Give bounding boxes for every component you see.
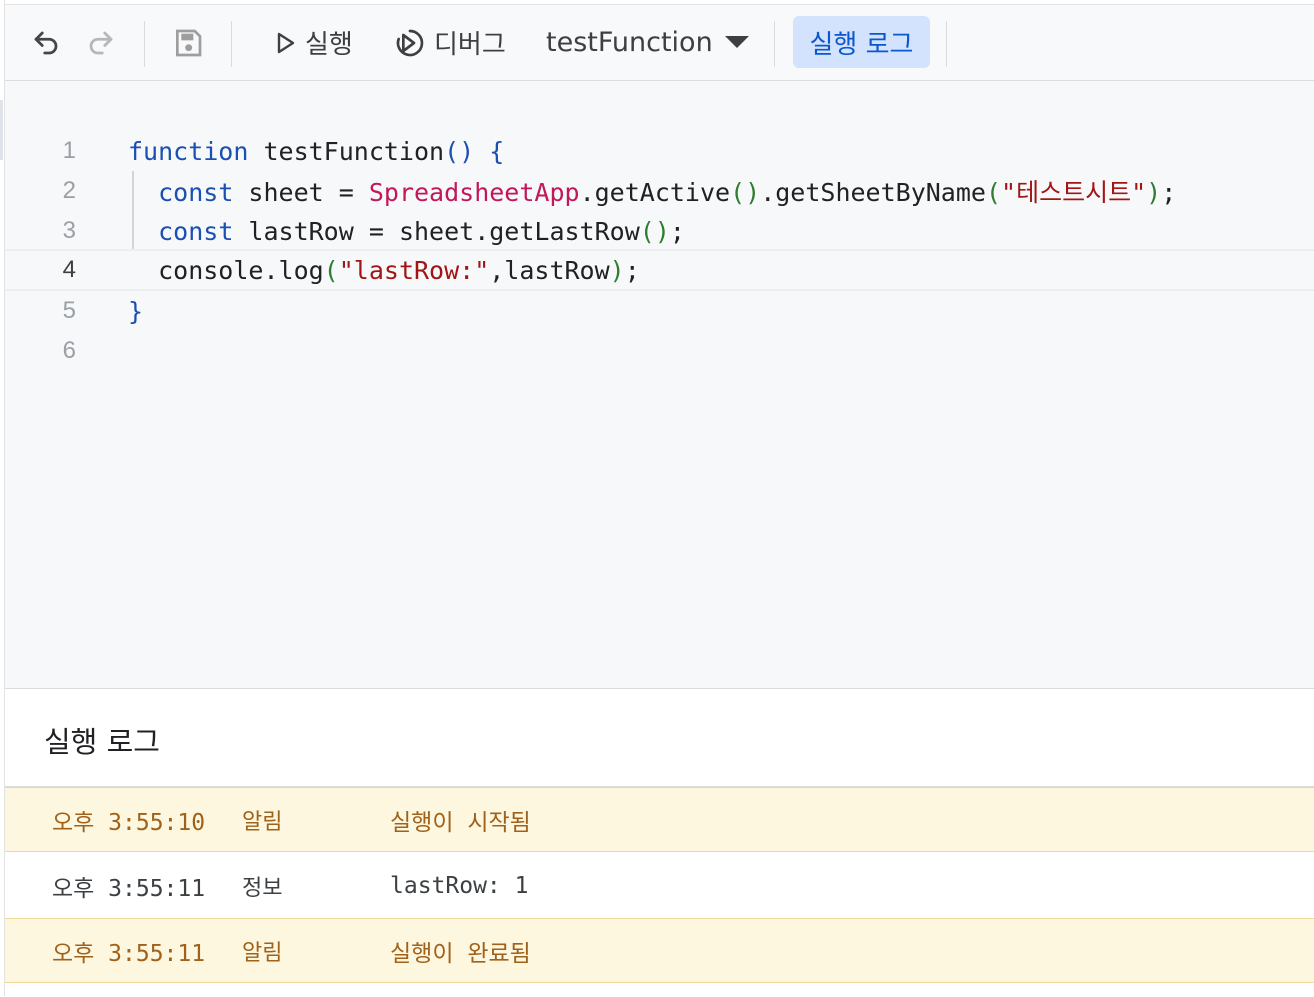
- toolbar-divider: [774, 21, 775, 67]
- line-number: 6: [62, 337, 76, 364]
- code-text: }: [128, 296, 144, 326]
- line-number: 5: [62, 297, 76, 324]
- code-line: 1 function testFunction() {: [4, 131, 1314, 171]
- line-number: 1: [62, 137, 76, 164]
- code-text: const sheet = SpreadsheetApp.getActive()…: [158, 178, 1177, 207]
- undo-icon: [34, 31, 58, 54]
- log-level: 정보: [242, 875, 283, 901]
- code-text: const lastRow = sheet.getLastRow();: [158, 216, 685, 246]
- log-time: 오후 3:55:10: [52, 809, 206, 836]
- window-top-border: [0, 0, 1314, 5]
- left-accent: [0, 100, 3, 160]
- log-entry: 오후 3:55:10 알림 실행이 시작됨: [4, 787, 1314, 852]
- debug-icon: [396, 29, 424, 56]
- log-panel-title: 실행 로그: [44, 725, 160, 759]
- code-editor[interactable]: 1 function testFunction() { 2 const shee…: [4, 81, 1314, 688]
- toolbar-divider: [946, 21, 947, 67]
- editor-toolbar: 실행 디버그 testFunction 실행 로그: [4, 5, 1314, 81]
- log-message: 실행이 시작됨: [390, 809, 531, 836]
- code-line: 5 }: [4, 291, 1314, 331]
- save-icon: [176, 29, 202, 56]
- log-entry: 오후 3:55:11 알림 실행이 완료됨: [4, 918, 1314, 983]
- function-select-value: testFunction: [546, 27, 713, 58]
- code-line: 2 const sheet = SpreadsheetApp.getActive…: [4, 171, 1314, 211]
- run-button[interactable]: 실행: [273, 5, 353, 80]
- redo-icon: [89, 31, 113, 54]
- line-number: 3: [62, 217, 76, 244]
- line-number: 4: [62, 256, 76, 283]
- log-message: lastRow: 1: [390, 872, 529, 899]
- code-text: console.log("lastRow:",lastRow);: [128, 255, 640, 285]
- log-entry: 오후 3:55:11 정보 lastRow: 1: [4, 853, 1314, 918]
- log-time: 오후 3:55:11: [52, 940, 206, 967]
- save-button[interactable]: [168, 5, 208, 80]
- code-text: function testFunction() {: [128, 136, 505, 166]
- run-label: 실행: [305, 30, 353, 60]
- log-level: 알림: [242, 809, 283, 835]
- code-line: 3 const lastRow = sheet.getLastRow();: [4, 211, 1314, 251]
- function-select[interactable]: testFunction: [546, 5, 749, 80]
- play-icon: [277, 32, 295, 53]
- code-line: 6: [4, 331, 1314, 371]
- execution-log-panel: 실행 로그 오후 3:55:10 알림 실행이 시작됨 오후 3:55:11 정…: [4, 688, 1314, 997]
- redo-button[interactable]: [81, 5, 121, 80]
- execution-log-button[interactable]: 실행 로그: [793, 16, 930, 68]
- toolbar-divider: [144, 21, 145, 67]
- debug-button[interactable]: 디버그: [394, 5, 506, 80]
- undo-button[interactable]: [26, 5, 66, 80]
- toolbar-divider: [231, 21, 232, 67]
- log-time: 오후 3:55:11: [52, 875, 206, 902]
- log-message: 실행이 완료됨: [390, 940, 531, 967]
- log-level: 알림: [242, 940, 283, 966]
- dropdown-arrow-icon: [724, 35, 749, 48]
- debug-label: 디버그: [434, 30, 506, 60]
- code-line-current: 4 console.log("lastRow:",lastRow);: [4, 249, 1314, 291]
- line-number: 2: [62, 177, 76, 204]
